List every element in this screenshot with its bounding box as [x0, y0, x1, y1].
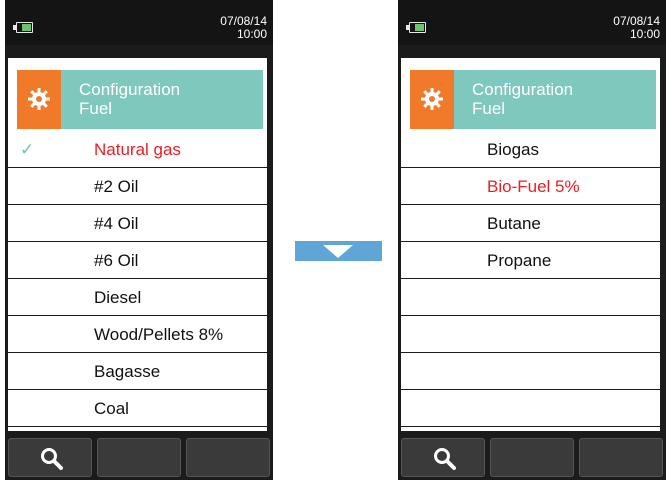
- list-item-empty: [401, 279, 660, 316]
- status-time: 10:00: [236, 27, 267, 41]
- list-item-label: #4 Oil: [94, 214, 139, 233]
- list-item-empty: [401, 390, 660, 427]
- arrow-down-icon: [323, 245, 353, 258]
- search-icon: [41, 448, 63, 470]
- list-item-label: Butane: [487, 214, 541, 233]
- list-item-natural-gas[interactable]: ✓ Natural gas: [8, 131, 267, 168]
- list-item-label: Biogas: [487, 140, 539, 159]
- gear-icon-box: [17, 70, 61, 129]
- list-item-bio-fuel[interactable]: Bio-Fuel 5%: [401, 168, 660, 205]
- list-item[interactable]: Coal: [8, 390, 267, 427]
- page-header: Configuration Fuel: [17, 70, 263, 129]
- header-title: Configuration: [472, 80, 574, 99]
- list-item-label: #2 Oil: [94, 177, 139, 196]
- search-icon: [434, 448, 456, 470]
- device-right: 07/08/14 10:00 Configuration Fuel Biogas…: [398, 0, 666, 480]
- header-subtitle: Fuel: [79, 99, 113, 118]
- list-item-label: #6 Oil: [94, 251, 139, 270]
- list-item-label: Diesel: [94, 288, 142, 307]
- softkey-3[interactable]: [186, 438, 270, 477]
- list-item-label: Bagasse: [94, 362, 161, 381]
- screen: Configuration Fuel ✓ Natural gas #2 Oil …: [8, 58, 267, 431]
- list-item[interactable]: Wood/Pellets 8%: [8, 316, 267, 353]
- status-bar: 07/08/14 10:00: [5, 0, 273, 45]
- list-item[interactable]: Butane: [401, 205, 660, 242]
- device-left: 07/08/14 10:00 Configuration Fuel ✓ Natu…: [5, 0, 273, 480]
- list-item-label: Propane: [487, 251, 552, 270]
- list-item-label: Bio-Fuel 5%: [487, 177, 580, 196]
- list-item[interactable]: Biogas: [401, 131, 660, 168]
- list-item[interactable]: #2 Oil: [8, 168, 267, 205]
- list-item[interactable]: #6 Oil: [8, 242, 267, 279]
- status-time: 10:00: [629, 27, 660, 41]
- list-item[interactable]: Diesel: [8, 279, 267, 316]
- gear-icon: [421, 88, 443, 110]
- list-item-label: Natural gas: [94, 140, 181, 159]
- list-item-label: Coal: [94, 399, 129, 418]
- scroll-down-arrow: [295, 241, 382, 261]
- search-button[interactable]: [401, 438, 485, 477]
- softkey-2[interactable]: [490, 438, 574, 477]
- softkey-bar: [8, 438, 270, 477]
- fuel-list: Biogas Bio-Fuel 5% Butane Propane: [401, 131, 660, 427]
- battery-icon: [13, 22, 33, 33]
- checkmark-icon: ✓: [20, 140, 35, 159]
- softkey-bar: [401, 438, 663, 477]
- status-date: 07/08/14: [220, 14, 267, 28]
- header-subtitle: Fuel: [472, 99, 506, 118]
- list-item[interactable]: Propane: [401, 242, 660, 279]
- page-header: Configuration Fuel: [410, 70, 656, 129]
- gear-icon-box: [410, 70, 454, 129]
- header-title: Configuration: [79, 80, 181, 99]
- list-item-label: Wood/Pellets 8%: [94, 325, 224, 344]
- status-bar: 07/08/14 10:00: [398, 0, 666, 45]
- screen: Configuration Fuel Biogas Bio-Fuel 5% Bu…: [401, 58, 660, 431]
- status-date: 07/08/14: [613, 14, 660, 28]
- search-button[interactable]: [8, 438, 92, 477]
- list-item-empty: [401, 316, 660, 353]
- battery-icon: [406, 22, 426, 33]
- gear-icon: [28, 88, 50, 110]
- list-item[interactable]: Bagasse: [8, 353, 267, 390]
- softkey-2[interactable]: [97, 438, 181, 477]
- list-item-empty: [401, 353, 660, 390]
- softkey-3[interactable]: [579, 438, 663, 477]
- list-item[interactable]: #4 Oil: [8, 205, 267, 242]
- fuel-list: ✓ Natural gas #2 Oil #4 Oil #6 Oil Diese…: [8, 131, 267, 427]
